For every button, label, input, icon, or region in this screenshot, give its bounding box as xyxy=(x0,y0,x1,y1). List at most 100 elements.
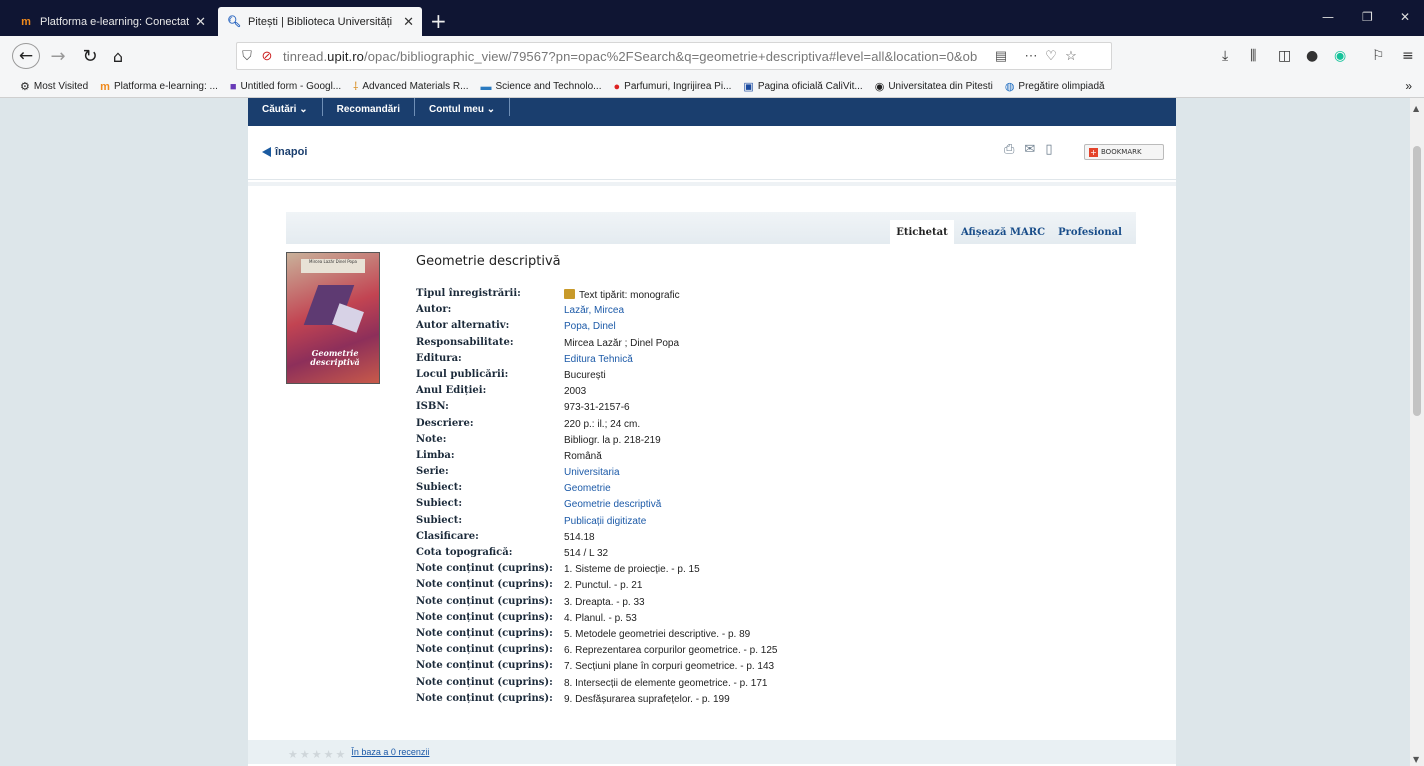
record-field-row: Clasificare: 514.18 xyxy=(416,531,1116,547)
bookmark-olimpiada[interactable]: ◍ Pregătire olimpiadă xyxy=(1005,80,1105,93)
forward-button[interactable]: → xyxy=(44,42,72,70)
field-value-link[interactable]: Universitaria xyxy=(564,467,620,478)
bookmark-advanced-materials[interactable]: ⸸ Advanced Materials R... xyxy=(353,79,468,94)
field-label: Descriere: xyxy=(416,417,474,429)
field-label: Note conținut (cuprins): xyxy=(416,579,553,591)
bookmark-most-visited[interactable]: ⚙ Most Visited xyxy=(20,80,88,93)
bookmark-button[interactable]: + BOOKMARK xyxy=(1084,144,1164,160)
field-value-link[interactable]: Editura Tehnică xyxy=(564,354,633,365)
chevron-more-icon[interactable]: » xyxy=(1405,79,1412,93)
window-close-icon[interactable]: ✕ xyxy=(1400,10,1410,24)
download-icon[interactable]: ⤓ xyxy=(1222,48,1228,64)
menu-icon[interactable]: ≡ xyxy=(1402,48,1414,64)
tab-etichetat[interactable]: Etichetat xyxy=(890,220,954,244)
bookmark-science-tech[interactable]: ▬ Science and Technolo... xyxy=(480,81,601,93)
grammarly-icon[interactable]: ◉ xyxy=(1334,48,1346,64)
field-value-text: 9. Desfășurarea suprafețelor. - p. 199 xyxy=(564,693,730,705)
extension-icon[interactable]: ⚐ xyxy=(1372,48,1385,64)
vertical-scrollbar[interactable]: ▲ ▼ xyxy=(1410,98,1424,766)
field-value: 1. Sisteme de proiecție. - p. 15 xyxy=(564,564,700,575)
record-title: Geometrie descriptivă xyxy=(416,254,561,269)
back-button[interactable]: ← xyxy=(12,43,40,69)
bookmark-google-form[interactable]: ■ Untitled form - Googl... xyxy=(230,81,341,93)
field-value-link[interactable]: Geometrie descriptivă xyxy=(564,499,661,510)
email-icon[interactable]: ✉ xyxy=(1024,142,1035,157)
record-field-row: Note conținut (cuprins): 3. Dreapta. - p.… xyxy=(416,596,1116,612)
account-icon[interactable]: ● xyxy=(1306,48,1318,64)
close-icon[interactable]: ✕ xyxy=(195,14,206,30)
scroll-up-icon[interactable]: ▲ xyxy=(1413,104,1419,113)
bookmark-label: Parfumuri, Ingrijirea Pi... xyxy=(624,81,732,92)
bookmark-parfumuri[interactable]: ● Parfumuri, Ingrijirea Pi... xyxy=(614,81,732,93)
home-button[interactable]: ⌂ xyxy=(104,42,132,70)
record-field-row: Note conținut (cuprins): 6. Reprezentarea… xyxy=(416,644,1116,660)
field-label: Note conținut (cuprins): xyxy=(416,692,553,704)
menu-cautari[interactable]: Căutări ⌄ xyxy=(248,98,323,116)
rating-bar: ★ ★ ★ ★ ★ În baza a 0 recenzii xyxy=(248,740,1176,764)
more-actions-icon[interactable]: ⋯ xyxy=(1021,48,1041,64)
field-value-text: 8. Intersecții de elemente geometrice. -… xyxy=(564,677,768,689)
book-cover-image: Mircea Lazăr Dinel Popa Geometrie descri… xyxy=(286,252,380,384)
search-icon: 🔍︎ xyxy=(227,16,241,28)
field-value-text: Publicații digitizate xyxy=(564,515,647,527)
tab-label: Platforma e-learning: Conectat xyxy=(40,16,190,28)
close-icon[interactable]: ✕ xyxy=(403,14,414,30)
print-icon[interactable]: ⎙ xyxy=(1004,142,1014,157)
field-value-link[interactable]: Popa, Dinel xyxy=(564,321,616,332)
url-bar[interactable]: ⛉ ⊘ tinread.upit.ro/opac/bibliographic_v… xyxy=(236,42,1112,70)
field-label: Anul Ediției: xyxy=(416,385,487,397)
bookmark-label: Platforma e-learning: ... xyxy=(113,81,218,92)
star-icon[interactable]: ★ xyxy=(312,748,322,761)
field-value-link[interactable]: Geometrie xyxy=(564,483,611,494)
star-icon[interactable]: ★ xyxy=(324,748,334,761)
reviews-link[interactable]: În baza a 0 recenzii xyxy=(351,747,429,757)
shield-icon[interactable]: ⛉ xyxy=(237,48,257,64)
field-value: 4. Planul. - p. 53 xyxy=(564,613,637,624)
menu-recomandari[interactable]: Recomandări xyxy=(323,98,415,116)
field-value-link[interactable]: Lazăr, Mircea xyxy=(564,305,624,316)
cover-shape xyxy=(332,303,364,333)
url-text[interactable]: tinread.upit.ro/opac/bibliographic_view/… xyxy=(283,49,983,64)
page-viewport: Căutări ⌄ Recomandări Contul meu ⌄ înapo… xyxy=(0,98,1424,766)
library-icon[interactable]: ⫼ xyxy=(1250,48,1256,64)
tab-profesional[interactable]: Profesional xyxy=(1054,220,1126,244)
field-label: Subiect: xyxy=(416,514,463,526)
field-label: Tipul înregistrării: xyxy=(416,288,521,299)
bookmark-star-icon[interactable]: ☆ xyxy=(1061,48,1081,64)
field-value-link[interactable]: Publicații digitizate xyxy=(564,516,646,527)
back-link[interactable]: înapoi xyxy=(262,146,307,158)
scrollbar-thumb[interactable] xyxy=(1413,146,1421,416)
restore-icon[interactable]: ❐ xyxy=(1362,10,1373,24)
export-icon[interactable]: ▯ xyxy=(1045,142,1052,157)
record-field-row: Subiect: Geometrie xyxy=(416,482,1116,498)
tab-label: Pitești | Biblioteca Universități xyxy=(248,15,393,28)
star-icon[interactable]: ★ xyxy=(300,748,310,761)
reload-button[interactable]: ↻ xyxy=(76,42,104,70)
star-rating[interactable]: ★ ★ ★ ★ ★ xyxy=(288,743,347,762)
minimize-icon[interactable]: — xyxy=(1322,10,1334,24)
new-tab-button[interactable]: + xyxy=(430,8,447,34)
bookmark-elearning[interactable]: m Platforma e-learning: ... xyxy=(100,81,218,93)
star-icon[interactable]: ★ xyxy=(336,748,346,761)
field-label: Limba: xyxy=(416,449,455,461)
scroll-down-icon[interactable]: ▼ xyxy=(1413,755,1419,764)
field-label: Note: xyxy=(416,433,447,445)
record-field-row: Note conținut (cuprins): 7. Secțiuni plan… xyxy=(416,660,1116,676)
field-label: Autor: xyxy=(416,304,452,316)
sidebar-icon[interactable]: ◫ xyxy=(1278,48,1291,64)
field-value: 2003 xyxy=(564,386,586,397)
bookmark-calivita[interactable]: ▣ Pagina oficială CaliVit... xyxy=(743,80,862,93)
url-domain: upit.ro xyxy=(327,48,365,64)
field-value-text: 6. Reprezentarea corpurilor geometrice. … xyxy=(564,645,778,657)
menu-contul-meu[interactable]: Contul meu ⌄ xyxy=(415,98,511,116)
tab-afiseaza-marc[interactable]: Afișează MARC xyxy=(958,220,1048,244)
field-value: 973-31-2157-6 xyxy=(564,402,630,413)
tab-elearning[interactable]: m Platforma e-learning: Conectat ✕ xyxy=(10,8,214,36)
insecure-lock-icon[interactable]: ⊘ xyxy=(257,48,277,64)
field-value: 9. Desfășurarea suprafețelor. - p. 199 xyxy=(564,694,730,705)
reader-view-icon[interactable]: ▤ xyxy=(991,48,1011,64)
bookmark-universitatea[interactable]: ◉ Universitatea din Pitesti xyxy=(875,80,993,93)
tab-biblioteca[interactable]: 🔍︎ Pitești | Biblioteca Universități ✕ xyxy=(218,7,422,36)
pocket-icon[interactable]: ♡ xyxy=(1041,48,1061,64)
star-icon[interactable]: ★ xyxy=(288,748,298,761)
